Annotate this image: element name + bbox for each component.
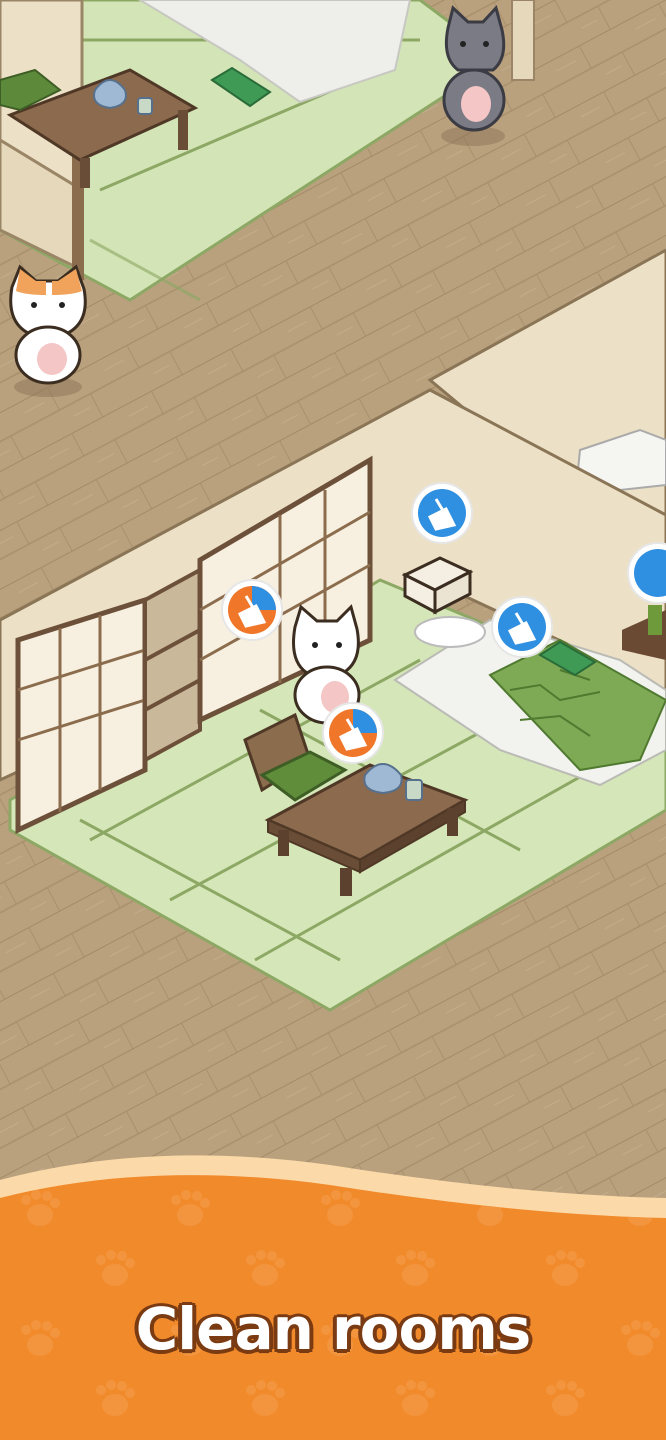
broom-blue-badge-icon[interactable] bbox=[411, 482, 473, 544]
broom-orange-badge-icon[interactable] bbox=[322, 702, 384, 764]
broom-orange-badge-icon[interactable] bbox=[221, 579, 283, 641]
banner-caption: Clean rooms bbox=[135, 1295, 532, 1363]
broom-blue-badge-icon[interactable] bbox=[491, 596, 553, 658]
game-scene bbox=[0, 0, 666, 1440]
game-screen: Clean rooms bbox=[0, 0, 666, 1440]
shelf bbox=[143, 566, 202, 764]
